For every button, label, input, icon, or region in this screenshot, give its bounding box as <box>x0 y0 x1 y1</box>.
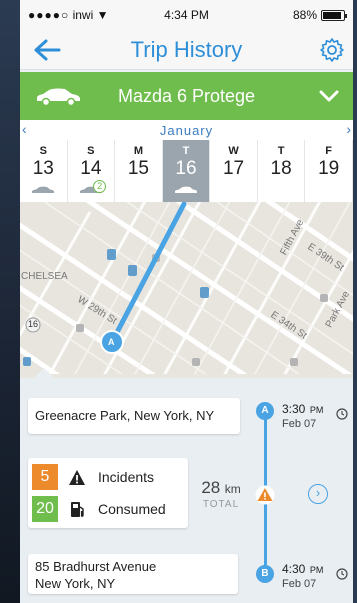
day-number: 16 <box>175 158 197 179</box>
map-label-route-16: 16 <box>28 319 39 329</box>
trip-details-chevron-icon[interactable]: › <box>308 484 328 504</box>
calendar-days: S 13 S 14 2 M 15 T 16 W 17 T 18 F 19 <box>20 140 353 202</box>
day-number: 13 <box>32 158 54 179</box>
clock-icon <box>336 408 348 420</box>
day-number: 17 <box>222 158 245 179</box>
consumed-count: 20 <box>32 496 58 522</box>
day-of-week: S <box>39 145 47 157</box>
end-address-line2: New York, NY <box>35 576 116 591</box>
day-of-week: F <box>325 145 333 157</box>
consumed-row[interactable]: 20 Consumed <box>28 496 188 524</box>
start-address-card[interactable]: Greenacre Park, New York, NY <box>28 398 240 434</box>
background-right <box>353 0 357 603</box>
map-label-chelsea: CHELSEA <box>21 271 68 282</box>
incident-warning-icon[interactable] <box>255 485 275 505</box>
day-of-week: T <box>277 145 285 157</box>
gear-icon[interactable] <box>319 37 345 63</box>
day-number: 18 <box>270 158 292 179</box>
consumed-label: Consumed <box>98 501 166 517</box>
next-week-arrow[interactable]: › <box>346 121 351 137</box>
trip-details-panel: Greenacre Park, New York, NY 5 Incidents… <box>20 368 353 603</box>
battery-percent: 88% <box>292 8 317 22</box>
map-canvas <box>20 202 353 390</box>
day-number: 19 <box>318 158 340 179</box>
nav-header: Trip History <box>20 30 353 70</box>
day-number: 15 <box>127 158 149 179</box>
battery-fill <box>323 11 341 19</box>
end-address-card[interactable]: 85 Bradhurst Avenue New York, NY <box>28 554 238 594</box>
map-start-marker[interactable]: A <box>108 337 115 347</box>
clock-icon <box>336 568 348 580</box>
day-of-week: W <box>228 145 239 157</box>
incidents-count: 5 <box>32 464 58 490</box>
page-title: Trip History <box>130 37 243 62</box>
start-ampm: PM <box>309 405 324 415</box>
warning-icon <box>69 470 85 485</box>
distance-unit: km <box>224 482 241 496</box>
battery-indicator: 88% <box>292 8 347 22</box>
calendar-day[interactable]: T 16 <box>162 140 211 202</box>
incidents-label: Incidents <box>98 469 155 485</box>
calendar-day[interactable]: F 19 <box>305 140 353 202</box>
distance-value: 28 <box>201 478 221 497</box>
battery-icon <box>321 9 347 21</box>
calendar-month: January <box>159 123 214 138</box>
vehicle-name: Mazda 6 Protege <box>117 86 256 106</box>
fuel-pump-icon <box>71 502 84 517</box>
day-of-week: T <box>182 145 190 157</box>
end-marker: B <box>256 565 274 583</box>
chevron-down-icon[interactable] <box>319 88 339 104</box>
trip-car-icon <box>174 186 197 193</box>
end-ampm: PM <box>309 565 324 575</box>
day-of-week: S <box>87 145 95 157</box>
end-time: 4:30 <box>282 562 306 576</box>
distance-label: TOTAL <box>202 499 240 510</box>
panel-notch <box>32 368 56 380</box>
day-of-week: M <box>133 145 143 157</box>
status-bar: ●●●●○ inwi ▼ 4:34 PM 88% <box>20 0 353 30</box>
background-left <box>0 0 20 603</box>
calendar-day[interactable]: M 15 <box>115 140 163 202</box>
calendar-day[interactable]: S 13 <box>20 140 68 202</box>
trip-stats-card[interactable]: 5 Incidents 20 Consumed <box>28 458 188 528</box>
date-strip: ‹ January › S 13 S 14 2 M 15 T 16 W 17 T 18 F 19 <box>20 120 353 202</box>
calendar-day[interactable]: W 17 <box>210 140 258 202</box>
start-marker: A <box>256 402 274 420</box>
trip-distance: 28 km TOTAL <box>196 478 246 510</box>
start-time: 3:30 <box>282 402 306 416</box>
vehicle-selector[interactable]: Mazda 6 Protege <box>20 72 353 120</box>
trip-count-badge: 2 <box>93 180 107 193</box>
incidents-row[interactable]: 5 Incidents <box>28 464 188 492</box>
calendar-day[interactable]: S 14 2 <box>68 140 116 202</box>
start-address: Greenacre Park, New York, NY <box>35 408 215 423</box>
day-number: 14 <box>80 158 102 179</box>
end-address-line1: 85 Bradhurst Avenue <box>35 559 157 574</box>
app-screen: ●●●●○ inwi ▼ 4:34 PM 88% Trip History Ma… <box>20 0 353 603</box>
trip-map[interactable]: CHELSEA W 29th St Fifth Ave E 39th St E … <box>20 202 353 390</box>
calendar-day[interactable]: T 18 <box>258 140 306 202</box>
trip-car-icon <box>32 186 55 193</box>
